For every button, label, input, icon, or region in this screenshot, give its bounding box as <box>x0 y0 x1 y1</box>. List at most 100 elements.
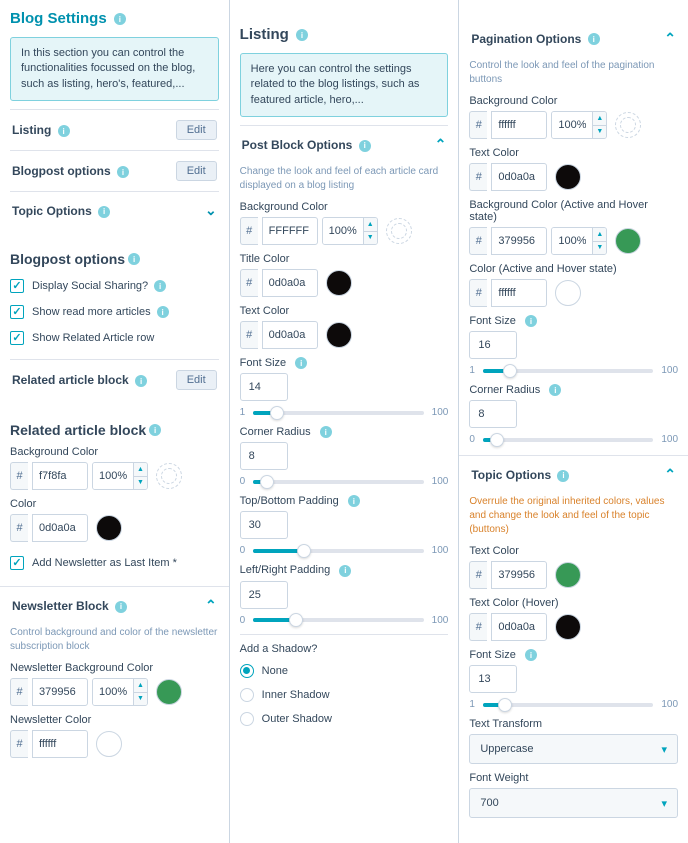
info-icon[interactable]: i <box>525 315 537 327</box>
bg-active-hex-input[interactable] <box>491 227 547 255</box>
color-swatch[interactable] <box>386 218 412 244</box>
accordion-pagination[interactable]: Pagination Options i ⌃ <box>469 0 678 57</box>
text-transform-select[interactable]: Uppercase▾ <box>469 734 678 764</box>
color-swatch[interactable] <box>615 112 641 138</box>
accordion-related-article[interactable]: Related article block i Edit <box>10 359 219 400</box>
checkbox-icon <box>10 305 24 319</box>
color-swatch[interactable] <box>555 164 581 190</box>
tb-padding-input[interactable] <box>240 511 288 539</box>
color-swatch[interactable] <box>555 614 581 640</box>
font-size-slider[interactable] <box>483 369 653 373</box>
bg-hex-input[interactable] <box>262 217 318 245</box>
radio-shadow-outer[interactable]: Outer Shadow <box>240 707 449 731</box>
spin-up-icon[interactable]: ▲ <box>134 679 147 693</box>
color-swatch[interactable] <box>156 463 182 489</box>
bg-active-pct-input[interactable] <box>552 228 592 254</box>
color-active-hex-input[interactable] <box>491 279 547 307</box>
bg-pct-input[interactable] <box>93 463 133 489</box>
title-hex-input[interactable] <box>262 269 318 297</box>
spin-up-icon[interactable]: ▲ <box>364 218 377 232</box>
text-hex-input[interactable] <box>262 321 318 349</box>
text-hex-input[interactable] <box>491 561 547 589</box>
info-icon[interactable]: i <box>117 166 129 178</box>
font-size-input[interactable] <box>469 331 517 359</box>
info-icon[interactable]: i <box>296 29 308 41</box>
color-swatch[interactable] <box>615 228 641 254</box>
spin-up-icon[interactable]: ▲ <box>593 228 606 242</box>
newsletter-bg-hex-input[interactable] <box>32 678 88 706</box>
color-swatch[interactable] <box>326 322 352 348</box>
color-swatch[interactable] <box>96 731 122 757</box>
info-icon[interactable]: i <box>98 206 110 218</box>
checkbox-social-sharing[interactable]: Display Social Sharing? i <box>10 273 219 299</box>
info-icon[interactable]: i <box>525 649 537 661</box>
info-icon[interactable]: i <box>339 565 351 577</box>
color-swatch[interactable] <box>555 280 581 306</box>
spin-down-icon[interactable]: ▼ <box>134 477 147 490</box>
corner-radius-slider[interactable] <box>483 438 653 442</box>
accordion-topic-options[interactable]: Topic Options i ⌄ <box>10 191 219 229</box>
color-swatch[interactable] <box>326 270 352 296</box>
edit-button[interactable]: Edit <box>176 161 217 181</box>
spin-down-icon[interactable]: ▼ <box>593 126 606 139</box>
info-icon[interactable]: i <box>359 140 371 152</box>
info-icon[interactable]: i <box>149 424 161 436</box>
bg-hex-input[interactable] <box>491 111 547 139</box>
corner-radius-input[interactable] <box>469 400 517 428</box>
color-swatch[interactable] <box>156 679 182 705</box>
tb-padding-slider[interactable] <box>253 549 423 553</box>
lr-padding-input[interactable] <box>240 581 288 609</box>
font-size-input[interactable] <box>469 665 517 693</box>
corner-radius-slider[interactable] <box>253 480 423 484</box>
info-icon[interactable]: i <box>549 384 561 396</box>
info-icon[interactable]: i <box>557 470 569 482</box>
info-icon[interactable]: i <box>128 253 140 265</box>
info-icon[interactable]: i <box>320 426 332 438</box>
slider-max: 100 <box>661 699 678 710</box>
font-size-input[interactable] <box>240 373 288 401</box>
info-icon[interactable]: i <box>114 13 126 25</box>
info-icon[interactable]: i <box>348 495 360 507</box>
info-icon[interactable]: i <box>135 375 147 387</box>
checkbox-related-article[interactable]: Show Related Article row <box>10 325 219 351</box>
info-icon[interactable]: i <box>154 280 166 292</box>
hash-prefix: # <box>469 561 487 589</box>
corner-radius-input[interactable] <box>240 442 288 470</box>
info-icon[interactable]: i <box>157 306 169 318</box>
bg-pct-input[interactable] <box>323 218 363 244</box>
font-size-slider[interactable] <box>253 411 423 415</box>
edit-button[interactable]: Edit <box>176 120 217 140</box>
accordion-blogpost-options[interactable]: Blogpost options i Edit <box>10 150 219 191</box>
bg-hex-input[interactable] <box>32 462 88 490</box>
spin-down-icon[interactable]: ▼ <box>364 232 377 245</box>
edit-button[interactable]: Edit <box>176 370 217 390</box>
radio-shadow-none[interactable]: None <box>240 659 449 683</box>
hover-hex-input[interactable] <box>491 613 547 641</box>
newsletter-bg-pct-input[interactable] <box>93 679 133 705</box>
info-icon[interactable]: i <box>58 125 70 137</box>
newsletter-color-hex-input[interactable] <box>32 730 88 758</box>
lr-padding-slider[interactable] <box>253 618 423 622</box>
accordion-listing[interactable]: Listing i Edit <box>10 109 219 150</box>
info-icon[interactable]: i <box>588 33 600 45</box>
accordion-topic-options[interactable]: Topic Options i ⌃ <box>469 456 678 493</box>
spin-up-icon[interactable]: ▲ <box>134 463 147 477</box>
font-size-slider[interactable] <box>483 703 653 707</box>
accordion-post-block[interactable]: Post Block Options i ⌃ <box>240 125 449 163</box>
spin-up-icon[interactable]: ▲ <box>593 112 606 126</box>
info-icon[interactable]: i <box>295 357 307 369</box>
info-icon[interactable]: i <box>115 601 127 613</box>
font-weight-select[interactable]: 700▾ <box>469 788 678 818</box>
checkbox-read-more[interactable]: Show read more articles i <box>10 299 219 325</box>
listing-title: Listing i <box>240 26 308 43</box>
color-swatch[interactable] <box>555 562 581 588</box>
checkbox-newsletter-last[interactable]: Add Newsletter as Last Item * <box>10 550 219 576</box>
color-swatch[interactable] <box>96 515 122 541</box>
accordion-newsletter-block[interactable]: Newsletter Block i ⌃ <box>10 587 219 624</box>
spin-down-icon[interactable]: ▼ <box>593 242 606 255</box>
spin-down-icon[interactable]: ▼ <box>134 693 147 706</box>
color-hex-input[interactable] <box>32 514 88 542</box>
text-hex-input[interactable] <box>491 163 547 191</box>
radio-shadow-inner[interactable]: Inner Shadow <box>240 683 449 707</box>
bg-pct-input[interactable] <box>552 112 592 138</box>
